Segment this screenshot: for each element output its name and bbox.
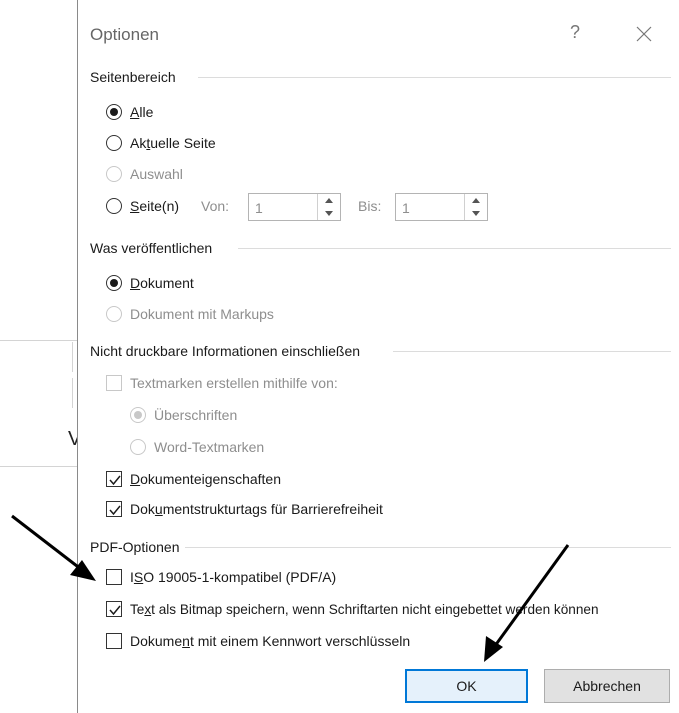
arrow-to-iso-checkbox: [11, 514, 96, 581]
arrow-to-ok-button: [484, 544, 570, 662]
annotation-arrows: [11, 514, 570, 662]
